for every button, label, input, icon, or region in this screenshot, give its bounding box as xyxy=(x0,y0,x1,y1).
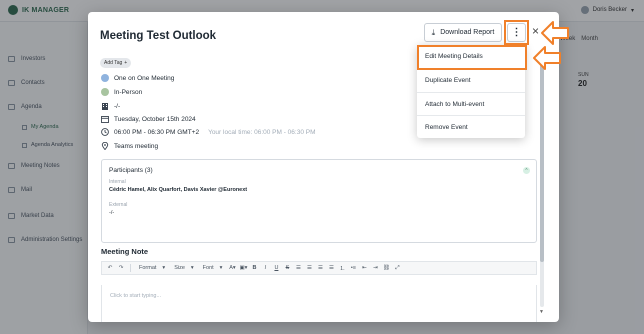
collapse-toggle-icon[interactable]: ⌃ xyxy=(523,167,530,174)
close-icon[interactable]: × xyxy=(532,25,539,37)
menu-item-label: Duplicate Event xyxy=(425,77,471,84)
highlight-box-edit-meeting xyxy=(417,45,527,70)
meeting-format: In-Person xyxy=(114,88,143,96)
indent-icon[interactable]: ⇥ xyxy=(371,264,379,273)
link-icon[interactable]: ⛓ xyxy=(382,264,390,273)
highlight-color-icon[interactable]: ▣▾ xyxy=(239,264,247,273)
meeting-type: One on One Meeting xyxy=(114,74,175,82)
meeting-time: 06:00 PM - 06:30 PM GMT+2 xyxy=(114,128,200,136)
building-icon xyxy=(101,102,109,110)
internal-label: Internal xyxy=(109,179,126,185)
chevron-down-icon: ▾ xyxy=(219,265,223,271)
menu-item-remove-event[interactable]: Remove Event xyxy=(417,116,525,139)
align-right-icon[interactable]: ☰ xyxy=(316,264,324,273)
date-row: Tuesday, October 15th 2024 xyxy=(101,115,196,123)
strikethrough-icon[interactable]: S xyxy=(283,264,291,273)
chevron-down-icon: ▾ xyxy=(190,265,194,271)
chevron-down-icon: ▾ xyxy=(162,265,166,271)
align-justify-icon[interactable]: ☰ xyxy=(327,264,335,273)
calendar-icon xyxy=(101,115,109,123)
menu-item-attach-to-multi-event[interactable]: Attach to Multi-event xyxy=(417,93,525,116)
external-participants: -/- xyxy=(109,210,115,216)
add-tag-button[interactable]: Add Tag + xyxy=(100,58,132,68)
arrow-left-icon xyxy=(533,46,561,70)
align-center-icon[interactable]: ☰ xyxy=(305,264,313,273)
external-label: External xyxy=(109,202,128,208)
size-select-label: Size xyxy=(174,265,185,271)
font-select-label: Font xyxy=(202,265,214,271)
menu-item-duplicate-event[interactable]: Duplicate Event xyxy=(417,69,525,92)
meeting-note-title: Meeting Note xyxy=(101,247,149,256)
size-select[interactable]: Size ▾ xyxy=(171,264,196,273)
venue: Teams meeting xyxy=(114,142,159,150)
highlight-box-more-button xyxy=(504,20,529,45)
format-select-label: Format xyxy=(139,265,157,271)
text-color-icon[interactable]: A▾ xyxy=(228,264,236,273)
plus-icon: + xyxy=(124,60,128,66)
underline-icon[interactable]: U xyxy=(272,264,280,273)
editor-toolbar: ↶ ↷ Format ▾ Size ▾ Font ▾ A▾ ▣▾ B I U S ☰ … xyxy=(101,261,537,275)
local-time: Your local time: 06:00 PM - 06:30 PM xyxy=(208,128,316,136)
location: -/- xyxy=(114,102,121,110)
meeting-format-row: In-Person xyxy=(101,88,142,96)
scroll-down-icon[interactable]: ▼ xyxy=(539,309,544,315)
download-report-label: Download Report xyxy=(440,29,495,36)
font-select[interactable]: Font ▾ xyxy=(200,264,226,273)
participants-panel: Participants (3) ⌃ Internal Cédric Hamel… xyxy=(101,159,537,243)
time-row: 06:00 PM - 06:30 PM GMT+2 Your local tim… xyxy=(101,128,316,136)
meeting-note-editor[interactable]: Click to start typing... xyxy=(101,285,537,322)
align-left-icon[interactable]: ☰ xyxy=(294,264,302,273)
format-select[interactable]: Format ▾ xyxy=(136,264,168,273)
numbered-list-icon[interactable]: ⒈ xyxy=(338,264,346,273)
editor-placeholder: Click to start typing... xyxy=(110,293,162,299)
menu-item-label: Attach to Multi-event xyxy=(425,101,485,108)
bold-icon[interactable]: B xyxy=(250,264,258,273)
italic-icon[interactable]: I xyxy=(261,264,269,273)
location-row: -/- xyxy=(101,102,120,110)
menu-item-label: Remove Event xyxy=(425,124,468,131)
undo-icon[interactable]: ↶ xyxy=(106,264,114,273)
arrow-left-icon xyxy=(541,21,569,45)
meeting-date: Tuesday, October 15th 2024 xyxy=(114,115,196,123)
redo-icon[interactable]: ↷ xyxy=(117,264,125,273)
toolbar-divider xyxy=(130,264,131,272)
clock-icon xyxy=(101,128,109,136)
add-tag-label: Add Tag xyxy=(104,60,123,66)
fullscreen-icon[interactable]: ⤢ xyxy=(393,264,401,273)
participants-title: Participants (3) xyxy=(109,167,153,174)
meeting-type-row: One on One Meeting xyxy=(101,74,174,82)
internal-participants: Cédric Hamel, Alix Quarfort, Davis Xavie… xyxy=(109,187,248,193)
location-pin-icon xyxy=(101,142,109,150)
bullet-list-icon[interactable]: •≡ xyxy=(349,264,357,273)
modal-scrollbar-thumb[interactable] xyxy=(540,52,544,262)
download-report-button[interactable]: ⤓ Download Report xyxy=(424,23,502,42)
venue-row: Teams meeting xyxy=(101,142,158,150)
meeting-type-icon xyxy=(101,74,109,82)
in-person-icon xyxy=(101,88,109,96)
download-icon: ⤓ xyxy=(431,27,436,37)
modal-title: Meeting Test Outlook xyxy=(100,30,217,42)
outdent-icon[interactable]: ⇤ xyxy=(360,264,368,273)
